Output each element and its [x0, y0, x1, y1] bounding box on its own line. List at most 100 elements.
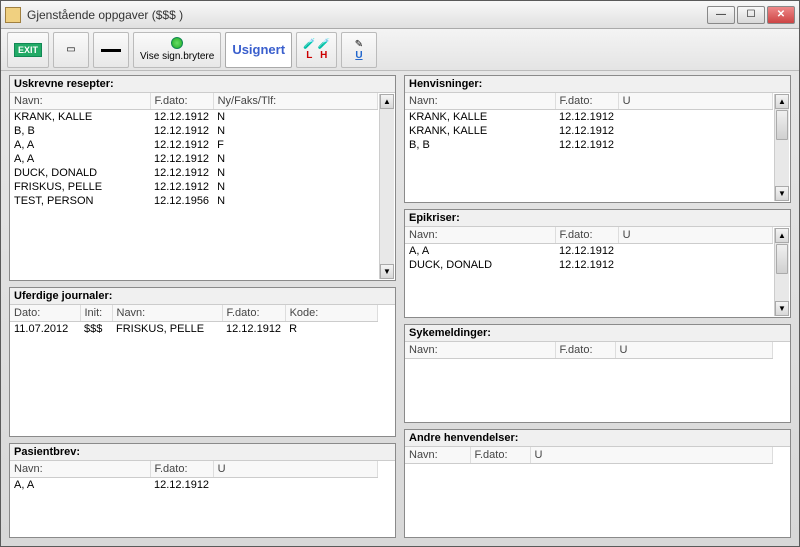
table-row[interactable]: A, A12.12.1912F	[10, 138, 378, 152]
col-navn[interactable]: Navn:	[10, 93, 150, 110]
henvisninger-panel: Henvisninger: Navn: F.dato: U KRANK, KAL…	[404, 75, 791, 203]
u-button[interactable]: ✎ U	[341, 32, 377, 68]
table-row[interactable]: DUCK, DONALD12.12.1912	[405, 258, 773, 272]
col-fdato[interactable]: F.dato:	[555, 227, 618, 244]
col-navn[interactable]: Navn:	[10, 461, 150, 478]
uskrevne-body[interactable]: Navn: F.dato: Ny/Faks/Tlf: KRANK, KALLE1…	[10, 92, 395, 280]
pasientbrev-title: Pasientbrev:	[10, 444, 395, 460]
col-u[interactable]: U	[213, 461, 377, 478]
col-navn[interactable]: Navn:	[405, 93, 555, 110]
scroll-down-icon[interactable]: ▼	[775, 186, 789, 201]
col-u[interactable]: U	[618, 93, 772, 110]
lh-button[interactable]: 🧪L 🧪H	[296, 32, 337, 68]
usignert-button[interactable]: Usignert	[225, 32, 292, 68]
exit-button[interactable]: EXIT	[7, 32, 49, 68]
table-row[interactable]: DUCK, DONALD12.12.1912N	[10, 166, 378, 180]
green-dot-icon	[171, 37, 183, 49]
epikriser-table: Navn: F.dato: U A, A12.12.1912DUCK, DONA…	[405, 227, 773, 272]
table-row[interactable]	[405, 359, 773, 362]
pasientbrev-table: Navn: F.dato: U A, A12.12.1912	[10, 461, 378, 492]
table-row[interactable]	[405, 464, 773, 467]
col-fdato[interactable]: F.dato:	[222, 305, 285, 322]
app-icon	[5, 7, 21, 23]
table-row[interactable]: TEST, PERSON12.12.1956N	[10, 194, 378, 208]
scroll-up-icon[interactable]: ▲	[775, 94, 789, 109]
col-navn[interactable]: Navn:	[112, 305, 222, 322]
tube-h-icon: 🧪	[318, 39, 330, 50]
col-navn[interactable]: Navn:	[405, 447, 470, 464]
scroll-down-icon[interactable]: ▼	[380, 264, 394, 279]
epikriser-panel: Epikriser: Navn: F.dato: U A, A12.12.191…	[404, 209, 791, 318]
maximize-button[interactable]: ☐	[737, 6, 765, 24]
titlebar: Gjenstående oppgaver ($$$ ) — ☐ ✕	[1, 1, 799, 29]
sykemeldinger-panel: Sykemeldinger: Navn: F.dato: U	[404, 324, 791, 423]
col-u[interactable]: U	[618, 227, 772, 244]
col-u[interactable]: U	[615, 342, 773, 359]
scroll-thumb[interactable]	[776, 244, 788, 274]
sykemeldinger-body[interactable]: Navn: F.dato: U	[405, 341, 790, 422]
table-row[interactable]: A, A12.12.1912	[405, 244, 773, 259]
table-row[interactable]: 11.07.2012$$$FRISKUS, PELLE12.12.1912R	[10, 321, 378, 336]
bars-icon: ▬▬	[101, 44, 121, 55]
andre-panel: Andre henvendelser: Navn: F.dato: U	[404, 429, 791, 538]
uskrevne-table: Navn: F.dato: Ny/Faks/Tlf: KRANK, KALLE1…	[10, 93, 378, 208]
table-row[interactable]: B, B12.12.1912N	[10, 124, 378, 138]
andre-table: Navn: F.dato: U	[405, 447, 773, 466]
toolbar-btn-3[interactable]: ▬▬	[93, 32, 129, 68]
andre-body[interactable]: Navn: F.dato: U	[405, 446, 790, 537]
henvisninger-table: Navn: F.dato: U KRANK, KALLE12.12.1912KR…	[405, 93, 773, 152]
pasientbrev-body[interactable]: Navn: F.dato: U A, A12.12.1912	[10, 460, 395, 537]
table-row[interactable]: KRANK, KALLE12.12.1912N	[10, 110, 378, 125]
table-row[interactable]: A, A12.12.1912	[10, 478, 378, 493]
col-navn[interactable]: Navn:	[405, 227, 555, 244]
scroll-down-icon[interactable]: ▼	[775, 301, 789, 316]
toolbar-btn-2[interactable]: ▭	[53, 32, 89, 68]
tube-l-icon: 🧪	[303, 39, 315, 50]
henvisninger-title: Henvisninger:	[405, 76, 790, 92]
vise-sign-button[interactable]: Vise sign.brytere	[133, 32, 221, 68]
table-row[interactable]: KRANK, KALLE12.12.1912	[405, 124, 773, 138]
scroll-thumb[interactable]	[776, 110, 788, 140]
col-u[interactable]: U	[530, 447, 773, 464]
uskrevne-title: Uskrevne resepter:	[10, 76, 395, 92]
app-window: Gjenstående oppgaver ($$$ ) — ☐ ✕ EXIT ▭…	[0, 0, 800, 547]
scrollbar[interactable]: ▲▼	[774, 94, 789, 201]
minimize-button[interactable]: —	[707, 6, 735, 24]
epikriser-body[interactable]: Navn: F.dato: U A, A12.12.1912DUCK, DONA…	[405, 226, 790, 317]
window-controls: — ☐ ✕	[707, 6, 795, 24]
col-kode[interactable]: Kode:	[285, 305, 377, 322]
col-dato[interactable]: Dato:	[10, 305, 80, 322]
col-nyfakstlf[interactable]: Ny/Faks/Tlf:	[213, 93, 377, 110]
form-icon: ▭	[66, 44, 75, 55]
sykemeldinger-table: Navn: F.dato: U	[405, 342, 773, 361]
pasientbrev-panel: Pasientbrev: Navn: F.dato: U A, A12.12.1…	[9, 443, 396, 538]
epikriser-title: Epikriser:	[405, 210, 790, 226]
col-navn[interactable]: Navn:	[405, 342, 555, 359]
uferdige-table: Dato: Init: Navn: F.dato: Kode: 11.07.20…	[10, 305, 378, 336]
col-fdato[interactable]: F.dato:	[470, 447, 530, 464]
col-fdato[interactable]: F.dato:	[150, 461, 213, 478]
scroll-up-icon[interactable]: ▲	[380, 94, 394, 109]
uferdige-panel: Uferdige journaler: Dato: Init: Navn: F.…	[9, 287, 396, 437]
toolbar: EXIT ▭ ▬▬ Vise sign.brytere Usignert 🧪L …	[1, 29, 799, 71]
window-title: Gjenstående oppgaver ($$$ )	[27, 8, 707, 22]
uferdige-title: Uferdige journaler:	[10, 288, 395, 304]
close-button[interactable]: ✕	[767, 6, 795, 24]
table-row[interactable]: A, A12.12.1912N	[10, 152, 378, 166]
andre-title: Andre henvendelser:	[405, 430, 790, 446]
col-fdato[interactable]: F.dato:	[555, 93, 618, 110]
table-row[interactable]: B, B12.12.1912	[405, 138, 773, 152]
uskrevne-panel: Uskrevne resepter: Navn: F.dato: Ny/Faks…	[9, 75, 396, 281]
edit-icon: ✎	[355, 39, 363, 50]
scrollbar[interactable]: ▲▼	[774, 228, 789, 316]
uferdige-body[interactable]: Dato: Init: Navn: F.dato: Kode: 11.07.20…	[10, 304, 395, 436]
col-fdato[interactable]: F.dato:	[555, 342, 615, 359]
col-fdato[interactable]: F.dato:	[150, 93, 213, 110]
henvisninger-body[interactable]: Navn: F.dato: U KRANK, KALLE12.12.1912KR…	[405, 92, 790, 202]
scroll-up-icon[interactable]: ▲	[775, 228, 789, 243]
scrollbar[interactable]: ▲▼	[379, 94, 394, 279]
col-init[interactable]: Init:	[80, 305, 112, 322]
table-row[interactable]: KRANK, KALLE12.12.1912	[405, 110, 773, 125]
table-row[interactable]: FRISKUS, PELLE12.12.1912N	[10, 180, 378, 194]
content-area: Uskrevne resepter: Navn: F.dato: Ny/Faks…	[1, 71, 799, 546]
